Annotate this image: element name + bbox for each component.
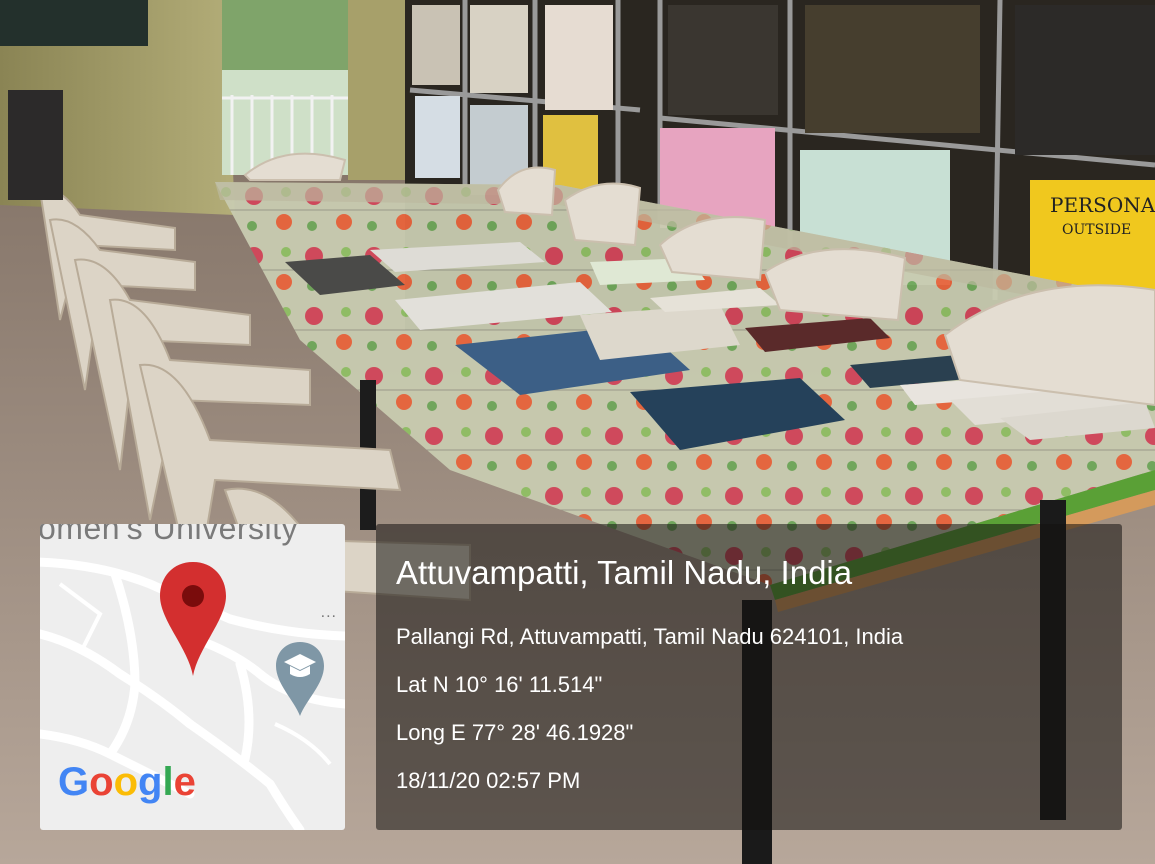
google-logo-letter: e [173, 760, 196, 804]
graduation-cap-icon [276, 642, 324, 716]
poster-subtext: OUTSIDE [1062, 222, 1131, 238]
google-logo-letter: g [138, 760, 163, 804]
google-logo-letter: G [58, 760, 90, 804]
location-title: Attuvampatti, Tamil Nadu, India [396, 554, 853, 591]
location-longitude: Long E 77° 28' 46.1928" [396, 720, 634, 745]
google-logo-letter: l [162, 760, 174, 804]
location-address: Pallangi Rd, Attuvampatti, Tamil Nadu 62… [396, 624, 904, 649]
location-timestamp: 18/11/20 02:57 PM [396, 768, 581, 793]
poster-text: PERSONA [1050, 193, 1155, 217]
google-logo: Google [58, 760, 196, 805]
map-thumbnail: omen's University ... Google [40, 524, 345, 830]
google-logo-letter: o [89, 760, 114, 804]
location-pin-icon [160, 562, 226, 676]
google-logo-letter: o [113, 760, 138, 804]
map-more-dots: ... [320, 604, 337, 621]
location-info-panel: Attuvampatti, Tamil Nadu, India Pallangi… [376, 524, 1122, 830]
location-latitude: Lat N 10° 16' 11.514" [396, 672, 603, 697]
map-place-label: omen's University [40, 524, 299, 546]
